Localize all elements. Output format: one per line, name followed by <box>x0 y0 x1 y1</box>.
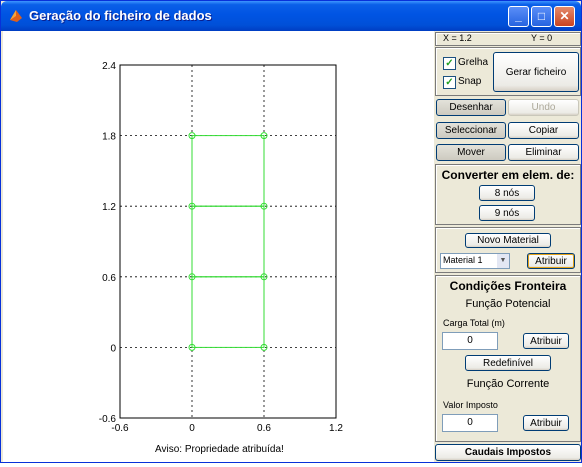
seleccionar-button[interactable]: Seleccionar <box>436 122 506 139</box>
y-tick-label: 0.6 <box>102 273 116 284</box>
snap-label: Snap <box>458 76 482 87</box>
caudais-impostos-button[interactable]: Caudais Impostos <box>435 444 581 461</box>
9-nos-button[interactable]: 9 nós <box>479 205 535 221</box>
material-selected: Material 1 <box>443 255 483 265</box>
novo-material-button[interactable]: Novo Material <box>465 233 551 248</box>
material-box: Novo Material Material 1 ▼ Atribuir <box>435 227 581 273</box>
matlab-icon <box>10 10 22 22</box>
grelha-checkbox[interactable]: ✓ <box>443 57 456 70</box>
eliminar-button[interactable]: Eliminar <box>508 144 579 161</box>
snap-checkbox[interactable]: ✓ <box>443 76 456 89</box>
carga-atribuir-button[interactable]: Atribuir <box>523 333 569 349</box>
options-box: ✓ Grelha ✓ Snap Gerar ficheiro <box>435 47 581 96</box>
x-tick-label: 1.2 <box>329 423 343 434</box>
close-button[interactable]: ✕ <box>554 6 575 27</box>
maximize-button[interactable]: □ <box>531 6 552 27</box>
8-nos-button[interactable]: 8 nós <box>479 185 535 201</box>
boundary-box: Condições Fronteira Função Potencial Car… <box>435 275 581 442</box>
redefinivel-button[interactable]: Redefinível <box>465 355 551 371</box>
x-tick-label: 0.6 <box>257 423 271 434</box>
minimize-icon: _ <box>515 9 522 23</box>
carga-label: Carga Total (m) <box>443 318 505 328</box>
x-coord: X = 1.2 <box>443 33 472 43</box>
plot-area: -0.6 0 0.6 1.2 -0.6 0 0.6 1.2 1.8 2.4 Aviso: Prop… <box>3 31 434 462</box>
mesh-element <box>191 276 265 348</box>
desenhar-button[interactable]: Desenhar <box>436 99 506 116</box>
x-tick-label: 0 <box>189 423 195 434</box>
mesh-element <box>191 205 265 278</box>
valor-field[interactable]: 0 <box>442 414 498 432</box>
close-icon: ✕ <box>559 9 570 23</box>
y-tick-label: 0 <box>110 343 116 354</box>
minimize-button[interactable]: _ <box>508 6 529 27</box>
chevron-down-icon[interactable]: ▼ <box>497 254 509 268</box>
axes-frame <box>119 64 337 419</box>
potencial-title: Função Potencial <box>465 298 551 310</box>
corrente-title: Função Corrente <box>466 378 550 390</box>
valor-label: Valor Imposto <box>443 400 498 410</box>
convert-box: Converter em elem. de: 8 nós 9 nós <box>435 164 581 225</box>
copiar-button[interactable]: Copiar <box>508 122 579 139</box>
coord-readout: X = 1.2 Y = 0 <box>435 32 581 46</box>
convert-title: Converter em elem. de: <box>441 168 575 182</box>
control-panel: X = 1.2 Y = 0 ✓ Grelha ✓ Snap Gerar fich… <box>435 31 581 462</box>
y-tick-label: 2.4 <box>102 61 116 72</box>
carga-field[interactable]: 0 <box>442 332 498 350</box>
mover-button[interactable]: Mover <box>436 144 506 161</box>
mesh-element <box>191 135 265 207</box>
material-atribuir-button[interactable]: Atribuir <box>527 253 575 269</box>
window-title: Geração do ficheiro de dados <box>29 8 212 23</box>
y-tick-label: 1.2 <box>102 202 116 213</box>
fronteira-title: Condições Fronteira <box>449 279 567 293</box>
y-tick-label: -0.6 <box>99 414 117 425</box>
material-select[interactable]: Material 1 ▼ <box>440 253 510 269</box>
valor-atribuir-button[interactable]: Atribuir <box>523 415 569 431</box>
app-window: Geração do ficheiro de dados _ □ ✕ -0.6 0… <box>0 0 582 463</box>
gerar-ficheiro-button[interactable]: Gerar ficheiro <box>493 52 579 92</box>
y-coord: Y = 0 <box>531 33 553 43</box>
grelha-label: Grelha <box>458 57 489 68</box>
title-bar[interactable]: Geração do ficheiro de dados _ □ ✕ <box>1 1 581 31</box>
undo-button[interactable]: Undo <box>508 99 579 116</box>
maximize-icon: □ <box>537 9 546 23</box>
y-tick-label: 1.8 <box>102 132 116 143</box>
status-message: Aviso: Propriedade atribuída! <box>155 444 284 455</box>
mesh-plot[interactable]: -0.6 0 0.6 1.2-0.600.61.21.82.4 <box>3 31 434 462</box>
